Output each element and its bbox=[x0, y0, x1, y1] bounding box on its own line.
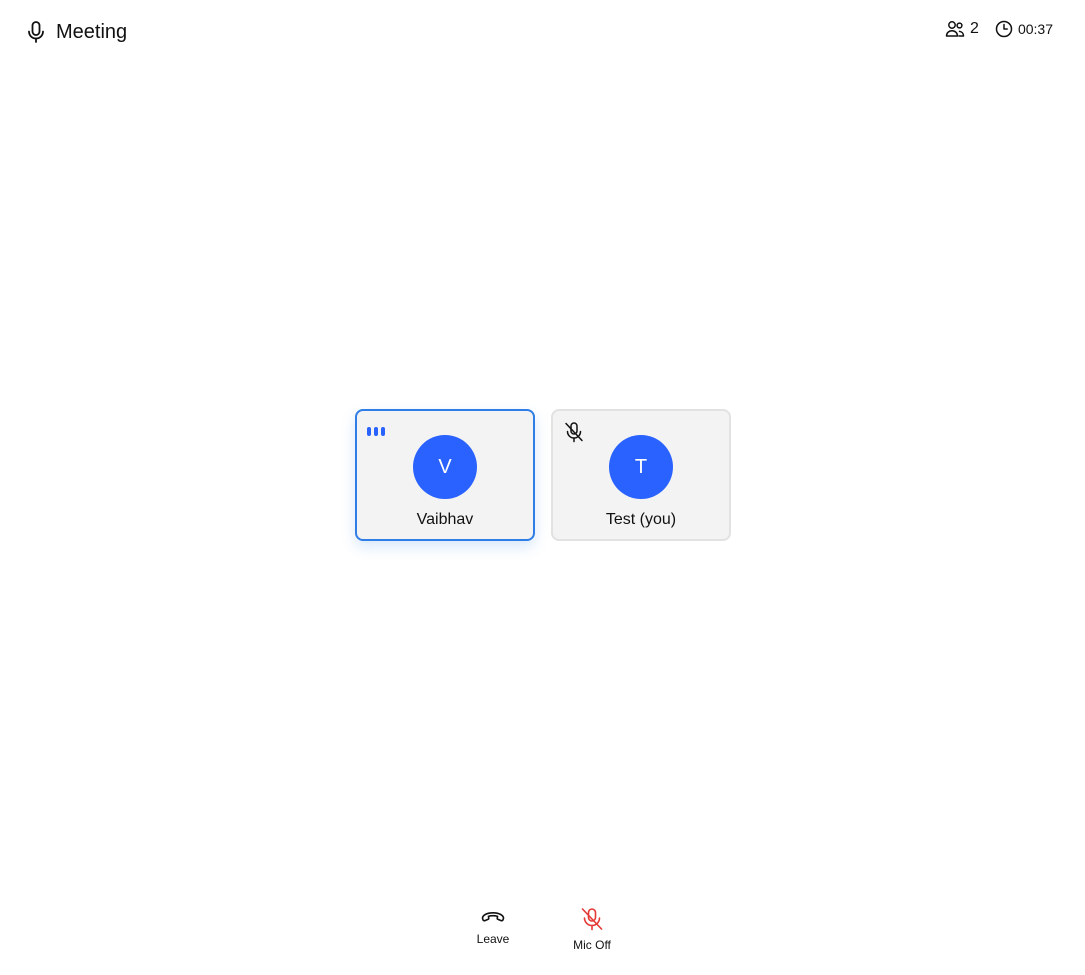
participant-tile[interactable]: T Test (you) bbox=[551, 409, 731, 541]
participant-grid: V Vaibhav T Test (you) bbox=[355, 409, 731, 541]
microphone-icon bbox=[26, 20, 46, 44]
avatar: V bbox=[413, 435, 477, 499]
participant-name: Test (you) bbox=[605, 511, 677, 528]
clock-icon bbox=[995, 20, 1013, 38]
participant-count-value: 2 bbox=[970, 20, 979, 37]
people-icon bbox=[945, 20, 965, 38]
mic-off-label: Mic Off bbox=[573, 938, 611, 952]
elapsed-time: 00:37 bbox=[1017, 21, 1053, 37]
participant-tile[interactable]: V Vaibhav bbox=[355, 409, 535, 541]
participant-name: Vaibhav bbox=[416, 511, 474, 528]
leave-label: Leave bbox=[476, 932, 510, 946]
avatar: T bbox=[609, 435, 673, 499]
meeting-timer: 00:37 bbox=[995, 20, 1053, 38]
hang-up-icon bbox=[463, 906, 523, 926]
meeting-stats: 2 00:37 bbox=[945, 20, 1053, 38]
header-bar: Meeting 2 00:37 bbox=[0, 0, 1085, 64]
mic-muted-icon bbox=[563, 421, 585, 443]
speaking-indicator-icon bbox=[367, 427, 385, 436]
mic-toggle-button[interactable]: Mic Off bbox=[562, 906, 622, 952]
leave-button[interactable]: Leave bbox=[463, 906, 523, 946]
title-group: Meeting bbox=[26, 20, 127, 44]
participant-count[interactable]: 2 bbox=[945, 20, 979, 38]
page-title: Meeting bbox=[56, 21, 128, 43]
mic-off-icon bbox=[562, 906, 622, 932]
